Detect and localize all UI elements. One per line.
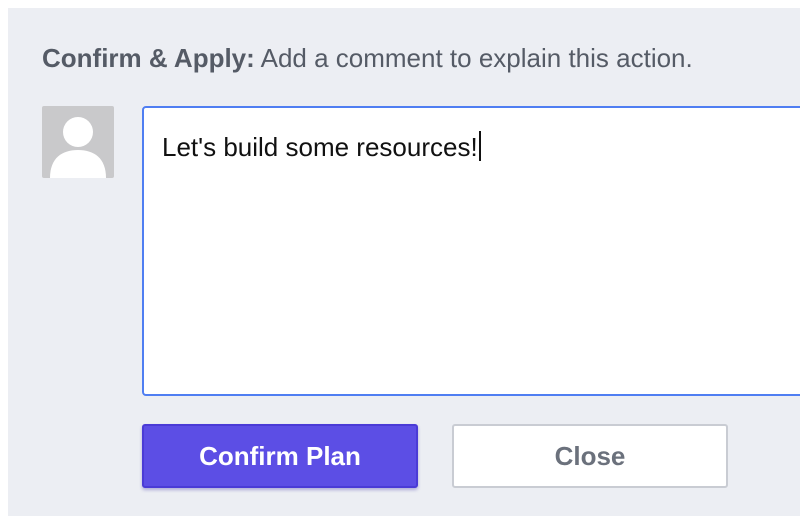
comment-textarea[interactable]: Let's build some resources! bbox=[142, 106, 800, 396]
comment-text: Let's build some resources! bbox=[162, 132, 478, 162]
text-cursor bbox=[478, 131, 481, 161]
user-silhouette-icon bbox=[50, 117, 106, 178]
prompt-text: Add a comment to explain this action. bbox=[260, 43, 693, 73]
confirm-plan-button[interactable]: Confirm Plan bbox=[142, 424, 418, 488]
avatar bbox=[42, 106, 114, 178]
close-button[interactable]: Close bbox=[452, 424, 728, 488]
confirm-prompt: Confirm & Apply: Add a comment to explai… bbox=[42, 42, 693, 74]
close-label: Close bbox=[554, 440, 626, 471]
prompt-label: Confirm & Apply: bbox=[42, 43, 255, 73]
confirm-apply-panel: Confirm & Apply: Add a comment to explai… bbox=[8, 8, 800, 516]
confirm-plan-label: Confirm Plan bbox=[199, 440, 361, 471]
